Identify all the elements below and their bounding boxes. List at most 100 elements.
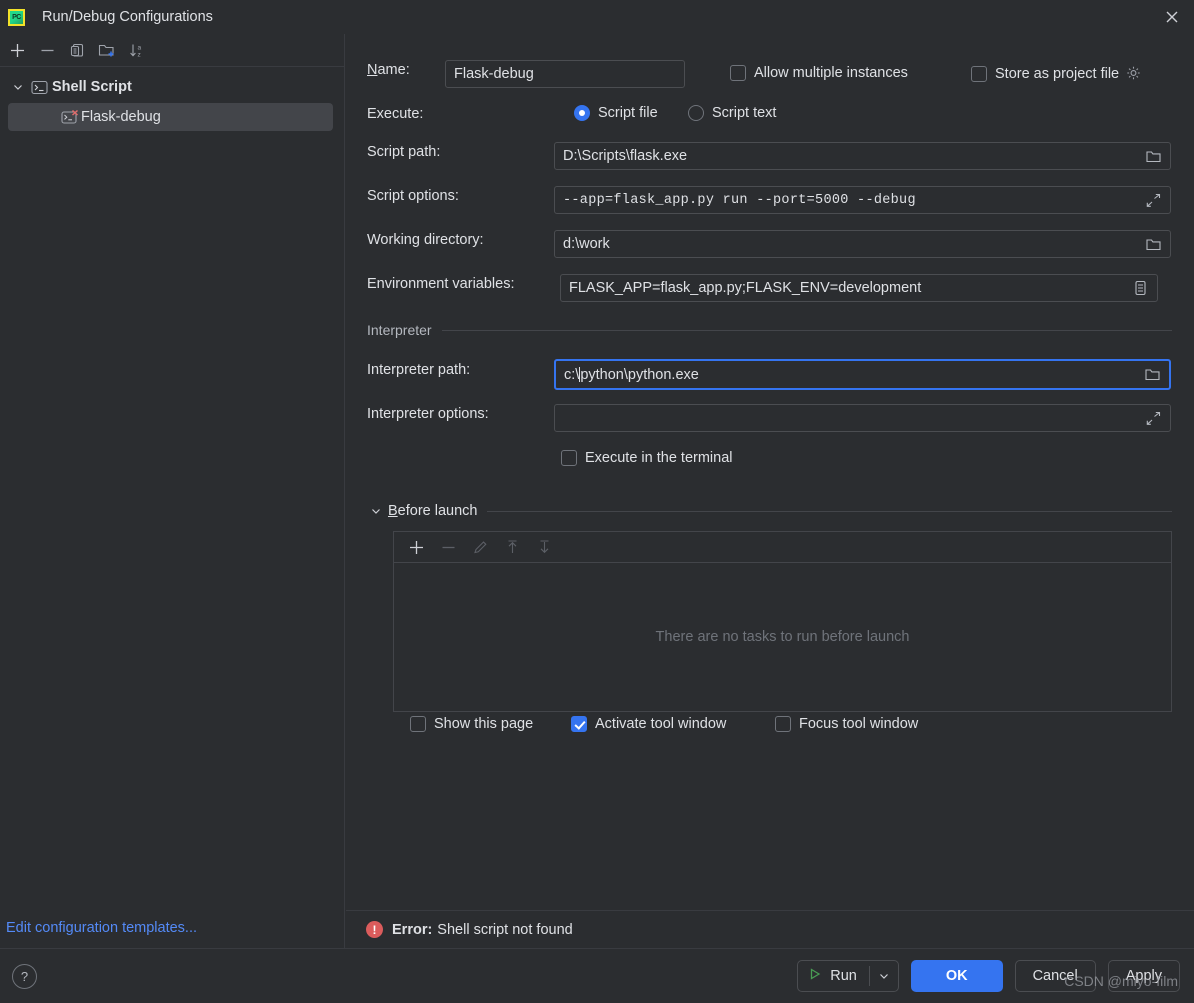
allow-multiple-instances-checkbox[interactable]: Allow multiple instances <box>730 65 908 81</box>
copy-configuration-button[interactable] <box>62 36 92 64</box>
show-this-page-checkbox[interactable]: Show this page <box>410 716 533 732</box>
execute-in-terminal-checkbox[interactable]: Execute in the terminal <box>561 450 733 466</box>
window-title: Run/Debug Configurations <box>42 9 213 25</box>
cancel-button[interactable]: Cancel <box>1014 960 1096 992</box>
script-options-row: Script options: <box>367 188 459 204</box>
tree-group-shell-script[interactable]: Shell Script <box>0 73 344 101</box>
new-folder-button[interactable] <box>92 36 122 64</box>
sort-alphabetically-icon: a z <box>129 44 141 58</box>
interpreter-path-value-after: python\python.exe <box>580 366 699 383</box>
checkbox-box <box>410 716 426 732</box>
help-button[interactable]: ? <box>12 963 37 989</box>
shell-script-icon <box>28 80 50 95</box>
interpreter-path-label: Interpreter path: <box>367 362 471 378</box>
add-configuration-button[interactable] <box>2 36 32 64</box>
radio-script-text-label: Script text <box>712 105 777 121</box>
section-divider <box>487 510 1172 512</box>
expand-icon[interactable] <box>1140 187 1166 213</box>
folder-icon[interactable] <box>1140 231 1166 257</box>
environment-variables-value: FLASK_APP=flask_app.py;FLASK_ENV=develop… <box>569 280 922 296</box>
checkbox-box <box>775 716 791 732</box>
radio-button <box>688 105 704 121</box>
remove-icon <box>442 546 454 548</box>
working-directory-label: Working directory: <box>367 232 484 248</box>
error-prefix: Error: <box>392 921 433 938</box>
before-launch-empty-text: There are no tasks to run before launch <box>655 629 910 645</box>
execute-in-terminal-label: Execute in the terminal <box>585 450 733 466</box>
edit-configuration-templates-link[interactable]: Edit configuration templates... <box>6 920 197 936</box>
add-task-button[interactable] <box>400 533 432 561</box>
script-path-row: Script path: <box>367 144 440 160</box>
svg-text:z: z <box>137 51 140 58</box>
run-button-main[interactable]: Run <box>798 961 869 991</box>
working-directory-input[interactable]: d:\work <box>554 230 1171 258</box>
checkbox-box <box>561 450 577 466</box>
error-icon: ! <box>366 921 383 938</box>
edit-task-button <box>464 533 496 561</box>
radio-button <box>574 105 590 121</box>
apply-button[interactable]: Apply <box>1107 960 1180 992</box>
chevron-down-icon <box>879 974 888 979</box>
error-bar: ! Error: Shell script not found <box>346 910 1194 948</box>
run-dropdown-button[interactable] <box>870 961 898 991</box>
before-launch-toolbar <box>394 532 1171 563</box>
close-button[interactable] <box>1150 0 1194 34</box>
interpreter-options-label: Interpreter options: <box>367 406 489 422</box>
before-launch-header[interactable]: Before launch <box>370 503 1172 519</box>
environment-variables-input[interactable]: FLASK_APP=flask_app.py;FLASK_ENV=develop… <box>560 274 1158 302</box>
sidebar-item-flask-debug[interactable]: Flask-debug <box>8 103 333 131</box>
before-launch-panel: There are no tasks to run before launch <box>393 531 1172 712</box>
activate-tool-window-checkbox[interactable]: Activate tool window <box>571 716 726 732</box>
interpreter-path-input[interactable]: c:\python\python.exe <box>554 359 1171 390</box>
radio-script-text[interactable]: Script text <box>688 105 776 121</box>
svg-text:a: a <box>137 44 141 51</box>
gear-icon[interactable] <box>1125 65 1142 82</box>
add-icon <box>409 540 423 554</box>
pycharm-logo-text: PC <box>12 13 21 21</box>
interpreter-options-row: Interpreter options: <box>367 406 489 422</box>
list-icon[interactable] <box>1127 275 1153 301</box>
interpreter-path-value-before: c:\ <box>564 366 580 383</box>
move-down-icon <box>540 539 548 553</box>
interpreter-section-label: Interpreter <box>367 322 432 338</box>
chevron-down-icon <box>8 81 28 93</box>
checkbox-box <box>571 716 587 732</box>
folder-icon[interactable] <box>1139 362 1165 388</box>
close-icon <box>1166 11 1178 23</box>
error-message: Shell script not found <box>437 921 573 938</box>
expand-icon[interactable] <box>1140 405 1166 431</box>
script-path-label: Script path: <box>367 144 441 160</box>
store-as-project-file-checkbox[interactable]: Store as project file <box>971 65 1142 82</box>
play-icon <box>808 967 822 985</box>
edit-pencil-icon <box>473 540 487 553</box>
configuration-form: Name: Flask-debug Allow multiple instanc… <box>346 34 1194 948</box>
name-input[interactable]: Flask-debug <box>445 60 685 88</box>
interpreter-options-input[interactable] <box>554 404 1171 432</box>
script-options-label: Script options: <box>367 188 459 204</box>
configurations-sidebar: a z Shell Script Flask-debug Edit config… <box>0 34 345 948</box>
ok-button[interactable]: OK <box>910 960 1003 992</box>
checkbox-box <box>971 65 987 82</box>
footer-buttons: Run OK Cancel Apply <box>797 960 1180 992</box>
move-task-down-button <box>528 533 560 561</box>
new-folder-icon <box>98 44 114 56</box>
sidebar-item-label: Flask-debug <box>81 109 161 125</box>
radio-script-file[interactable]: Script file <box>574 105 658 121</box>
radio-script-file-label: Script file <box>598 105 658 121</box>
focus-tool-window-label: Focus tool window <box>799 716 919 732</box>
shell-script-error-icon <box>60 109 80 125</box>
folder-icon[interactable] <box>1140 143 1166 169</box>
remove-configuration-button[interactable] <box>32 36 62 64</box>
copy-icon <box>70 43 83 57</box>
run-button-label: Run <box>830 968 857 984</box>
configurations-tree: Shell Script Flask-debug <box>0 67 344 131</box>
environment-variables-label: Environment variables: <box>367 276 515 292</box>
run-button[interactable]: Run <box>797 960 899 992</box>
script-options-input[interactable]: --app=flask_app.py run --port=5000 --deb… <box>554 186 1171 214</box>
name-input-value: Flask-debug <box>454 66 534 82</box>
script-path-input[interactable]: D:\Scripts\flask.exe <box>554 142 1171 170</box>
working-directory-value: d:\work <box>563 236 610 252</box>
focus-tool-window-checkbox[interactable]: Focus tool window <box>775 716 918 732</box>
checkbox-box <box>730 65 746 81</box>
sort-configurations-button[interactable]: a z <box>122 36 152 64</box>
